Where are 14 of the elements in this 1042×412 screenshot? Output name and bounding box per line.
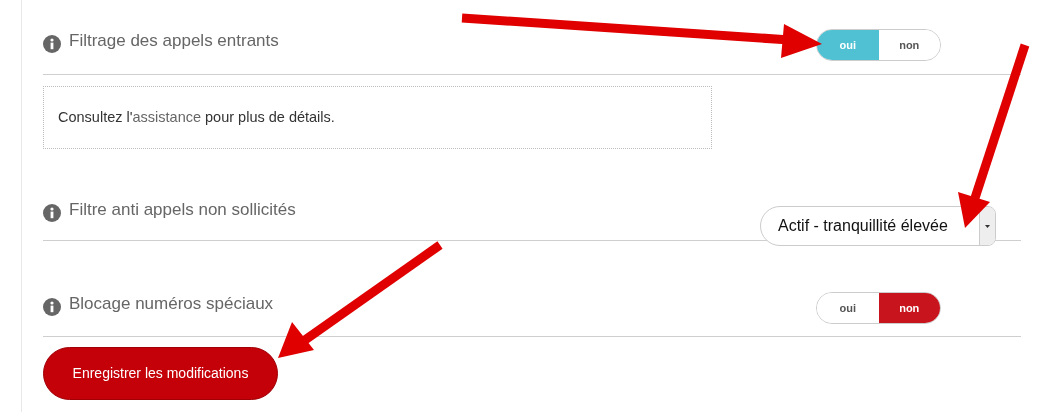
assistance-link[interactable]: assistance xyxy=(132,108,201,125)
setting-label: Filtre anti appels non sollicités xyxy=(69,199,296,221)
info-icon xyxy=(43,298,61,316)
info-icon xyxy=(43,204,61,222)
dropdown-select[interactable]: Actif - tranquillité élevée xyxy=(760,206,996,246)
setting-label: Filtrage des appels entrants xyxy=(69,30,279,52)
setting-label: Blocage numéros spéciaux xyxy=(69,293,274,315)
toggle-option[interactable]: non xyxy=(878,293,940,323)
toggle-switch[interactable]: oui non xyxy=(816,292,941,324)
toggle-switch[interactable]: oui non xyxy=(816,29,941,61)
info-icon xyxy=(43,35,61,53)
help-text: Consultez l'assistance pour plus de détails. xyxy=(58,107,335,127)
caret-icon xyxy=(985,224,990,228)
save-button[interactable]: Enregistrer les modifications xyxy=(43,347,278,400)
